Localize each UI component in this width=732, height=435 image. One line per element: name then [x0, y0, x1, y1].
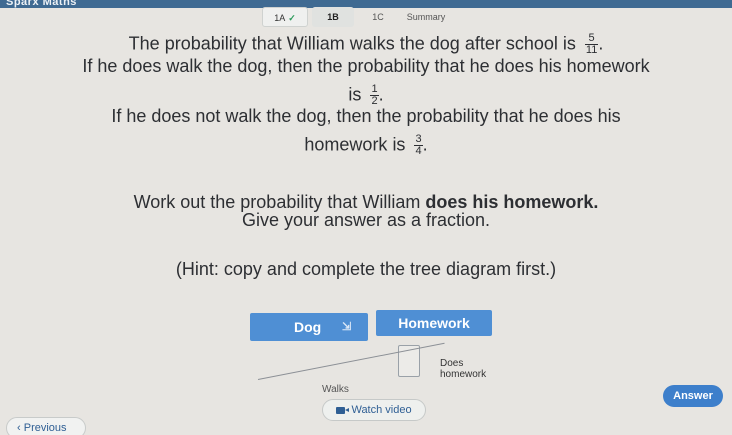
question-text: Work out the probability that William	[133, 192, 421, 212]
dog-node[interactable]: Dog ⇲	[250, 313, 368, 341]
watch-video-label: Watch video	[351, 404, 412, 416]
previous-button[interactable]: ‹ Previous	[6, 417, 86, 435]
walks-label: Walks	[322, 384, 349, 395]
previous-label: Previous	[23, 422, 67, 434]
homework-node[interactable]: Homework	[376, 310, 492, 336]
dog-label: Dog	[294, 319, 322, 335]
hint-text: (Hint: copy and complete the tree diagra…	[175, 259, 557, 279]
tab-1a[interactable]: 1A ✓	[262, 7, 308, 27]
fraction-walk: 5 11	[584, 33, 599, 56]
does-label: Does	[440, 358, 464, 369]
tab-1c-label: 1C	[372, 12, 384, 22]
question-line-4: If he does not walk the dog, then the pr…	[111, 106, 621, 126]
chevron-left-icon: ‹	[17, 422, 21, 434]
tab-1b-label: 1B	[327, 12, 339, 22]
question-text: The probability that William walks the d…	[128, 33, 576, 54]
question-emphasis: does his homework.	[425, 192, 599, 212]
video-camera-icon	[336, 406, 350, 414]
check-icon: ✓	[288, 13, 296, 23]
tab-1b[interactable]: 1B	[312, 7, 354, 27]
does-homework-label: Does homework	[440, 358, 486, 380]
question-line-5: homework is 3 4 .	[304, 133, 428, 157]
watch-video-button[interactable]: Watch video	[322, 399, 426, 421]
question-text: is	[348, 84, 362, 105]
tab-summary-label: Summary	[406, 12, 446, 22]
tab-summary[interactable]: Summary	[398, 7, 454, 27]
app-logo: Sparx Maths	[6, 0, 77, 8]
fraction-denominator: 4	[415, 145, 422, 157]
fraction-hw-given-not: 3 4	[414, 134, 423, 157]
fraction-hw-given-walk: 1 2	[370, 84, 379, 107]
answer-button[interactable]: Answer	[663, 385, 723, 407]
question-line-1: The probability that William walks the d…	[128, 32, 604, 56]
cursor-icon: ⇲	[342, 321, 352, 333]
question-line-2: If he does walk the dog, then the probab…	[82, 56, 650, 76]
tab-1a-label: 1A	[274, 13, 286, 23]
homework-label: homework	[440, 369, 487, 380]
question-text: homework is	[304, 134, 406, 155]
fraction-denominator: 11	[585, 44, 598, 56]
tab-1c[interactable]: 1C	[358, 7, 398, 27]
task-tabs: 1A ✓ 1B 1C Summary	[262, 7, 462, 27]
question-line-3: is 1 2 .	[348, 83, 384, 107]
question-line-7: Give your answer as a fraction.	[241, 210, 491, 230]
